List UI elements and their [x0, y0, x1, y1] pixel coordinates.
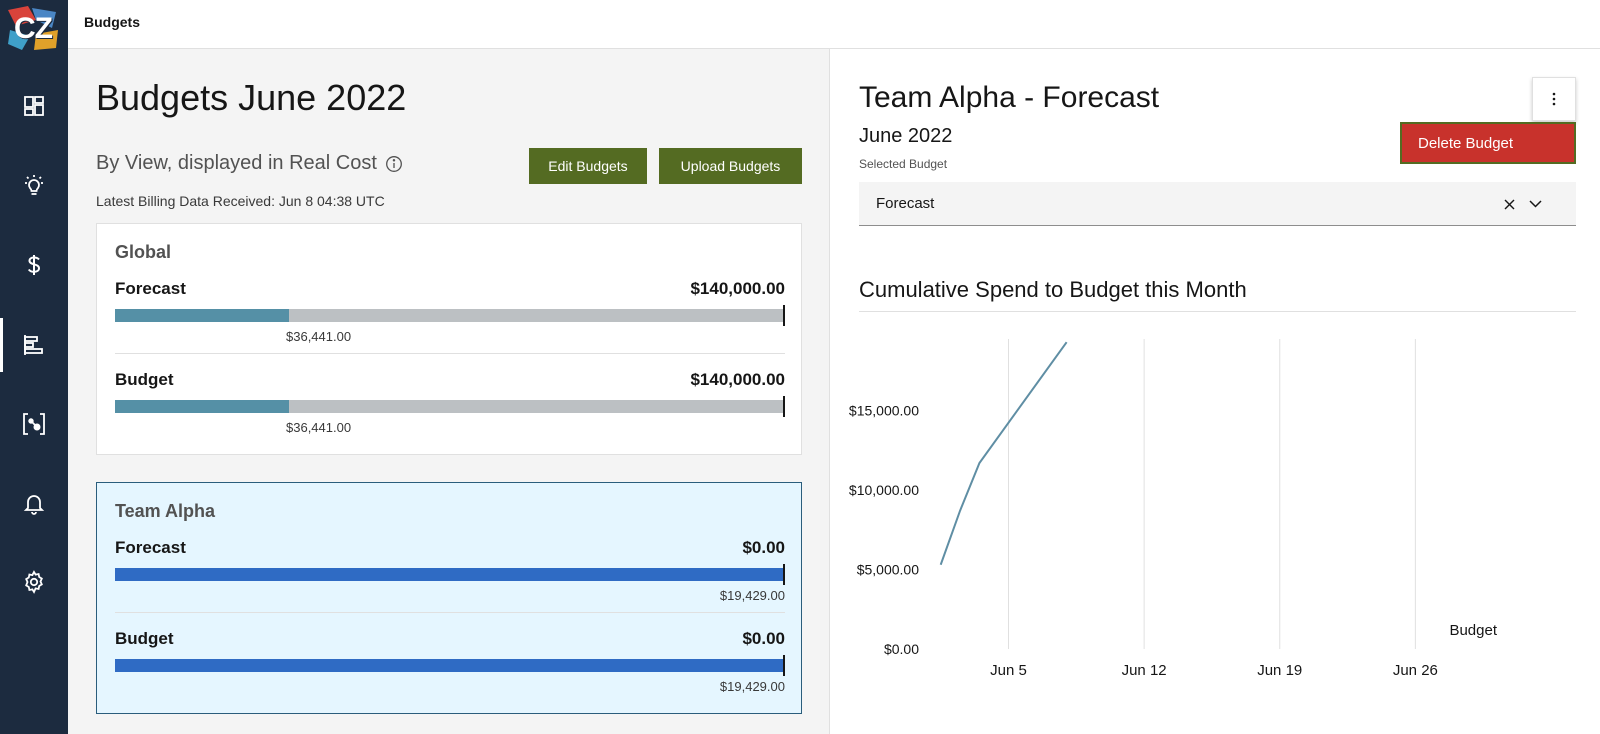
- sidebar-item-alerts[interactable]: [0, 476, 68, 530]
- row-divider: [115, 612, 785, 613]
- progress-bar-fill: [115, 568, 785, 581]
- gear-icon: [25, 570, 43, 594]
- sidebar-item-settings[interactable]: [0, 555, 68, 609]
- dollar-icon: [27, 255, 41, 275]
- row-label: Forecast: [115, 279, 186, 298]
- explorer-icon: [23, 413, 45, 435]
- chart-title-divider: [859, 311, 1576, 312]
- budget-marker: [783, 396, 785, 417]
- edit-budgets-button[interactable]: Edit Budgets: [529, 148, 647, 184]
- row-amount: $0.00: [742, 538, 785, 557]
- detail-month: June 2022: [859, 125, 953, 147]
- budget-row: Budget $0.00 $19,429.00: [115, 629, 785, 709]
- row-amount: $140,000.00: [690, 279, 785, 298]
- bell-icon: [23, 495, 45, 515]
- budget-detail-panel: Team Alpha - Forecast June 2022 Selected…: [831, 49, 1600, 734]
- progress-bar-fill: [115, 659, 785, 672]
- selected-budget-label: Selected Budget: [859, 157, 948, 171]
- row-amount: $140,000.00: [690, 370, 785, 389]
- top-header: Budgets: [68, 0, 1600, 49]
- overflow-menu-button[interactable]: [1532, 77, 1576, 121]
- sidebar-item-dashboard[interactable]: [0, 79, 68, 133]
- row-divider: [115, 353, 785, 354]
- budget-row: Budget $140,000.00 $36,441.00: [115, 370, 785, 450]
- x-tick-label: Jun 12: [1122, 662, 1167, 679]
- spent-value: $19,429.00: [719, 679, 785, 694]
- budget-marker: [783, 655, 785, 676]
- card-title: Team Alpha: [115, 501, 216, 521]
- x-tick-label: Jun 26: [1393, 662, 1438, 679]
- dropdown-toggle[interactable]: [1525, 194, 1545, 214]
- spend-line: [939, 341, 1068, 566]
- billing-data-note: Latest Billing Data Received: Jun 8 04:3…: [96, 193, 385, 209]
- sidebar-item-costs[interactable]: [0, 238, 68, 292]
- chevron-down-icon: [1528, 200, 1542, 208]
- sidebar-item-budgets[interactable]: [0, 318, 68, 372]
- view-subtitle-text: By View, displayed in Real Cost: [96, 152, 377, 174]
- budget-card-team-alpha[interactable]: Team Alpha Forecast $0.00 $19,429.00 Bud…: [96, 482, 802, 714]
- close-icon: [1504, 199, 1514, 209]
- budgets-icon: [24, 335, 43, 355]
- app-logo[interactable]: CZ: [6, 6, 60, 52]
- spent-value: $19,429.00: [719, 588, 785, 603]
- info-icon[interactable]: [385, 155, 403, 173]
- view-subtitle: By View, displayed in Real Cost: [96, 152, 403, 175]
- chart-title: Cumulative Spend to Budget this Month: [859, 277, 1247, 302]
- delete-budget-menu-item[interactable]: Delete Budget: [1400, 122, 1576, 164]
- selected-budget-dropdown[interactable]: Forecast: [859, 182, 1576, 226]
- selected-budget-value: Forecast: [876, 195, 935, 212]
- header-title: Budgets: [84, 14, 140, 30]
- logo-text: CZ: [14, 12, 53, 45]
- detail-title: Team Alpha - Forecast: [859, 81, 1160, 114]
- forecast-row: Forecast $140,000.00 $36,441.00: [115, 279, 785, 359]
- progress-bar-fill: [115, 400, 290, 413]
- x-tick-label: Jun 19: [1257, 662, 1302, 679]
- sidebar: CZ: [0, 0, 68, 734]
- spent-value: $36,441.00: [286, 420, 352, 435]
- lightbulb-icon: [25, 175, 43, 195]
- x-tick-label: Jun 5: [990, 662, 1027, 679]
- progress-bar: [115, 396, 785, 417]
- progress-bar: [115, 305, 785, 326]
- progress-bar: [115, 564, 785, 585]
- budget-marker: [783, 305, 785, 326]
- budget-annotation: Budget: [1449, 622, 1497, 639]
- row-amount: $0.00: [742, 629, 785, 648]
- y-tick-label: $5,000.00: [857, 562, 919, 578]
- y-tick-label: $15,000.00: [849, 403, 919, 419]
- clear-selection-button[interactable]: [1499, 194, 1519, 214]
- budgets-list-panel: Budgets June 2022 By View, displayed in …: [68, 49, 830, 734]
- sidebar-item-explorer[interactable]: [0, 397, 68, 451]
- row-label: Forecast: [115, 538, 186, 557]
- budget-card-global[interactable]: Global Forecast $140,000.00 $36,441.00 B…: [96, 223, 802, 455]
- y-tick-label: $10,000.00: [849, 482, 919, 498]
- progress-bar-fill: [115, 309, 290, 322]
- forecast-row: Forecast $0.00 $19,429.00: [115, 538, 785, 618]
- page-title: Budgets June 2022: [96, 77, 407, 118]
- sidebar-item-insights[interactable]: [0, 159, 68, 213]
- upload-budgets-button[interactable]: Upload Budgets: [659, 148, 802, 184]
- progress-bar: [115, 655, 785, 676]
- y-tick-label: $0.00: [884, 641, 919, 657]
- kebab-icon: [1552, 92, 1556, 106]
- spent-value: $36,441.00: [286, 329, 352, 344]
- dashboard-icon: [24, 96, 44, 116]
- card-title: Global: [115, 242, 172, 262]
- budget-marker: [783, 564, 785, 585]
- row-label: Budget: [115, 629, 174, 648]
- cumulative-spend-chart: Jun 5 Jun 12 Jun 19 Jun 26 $0.00 $5,000.00 $10…: [849, 339, 1498, 679]
- row-label: Budget: [115, 370, 174, 389]
